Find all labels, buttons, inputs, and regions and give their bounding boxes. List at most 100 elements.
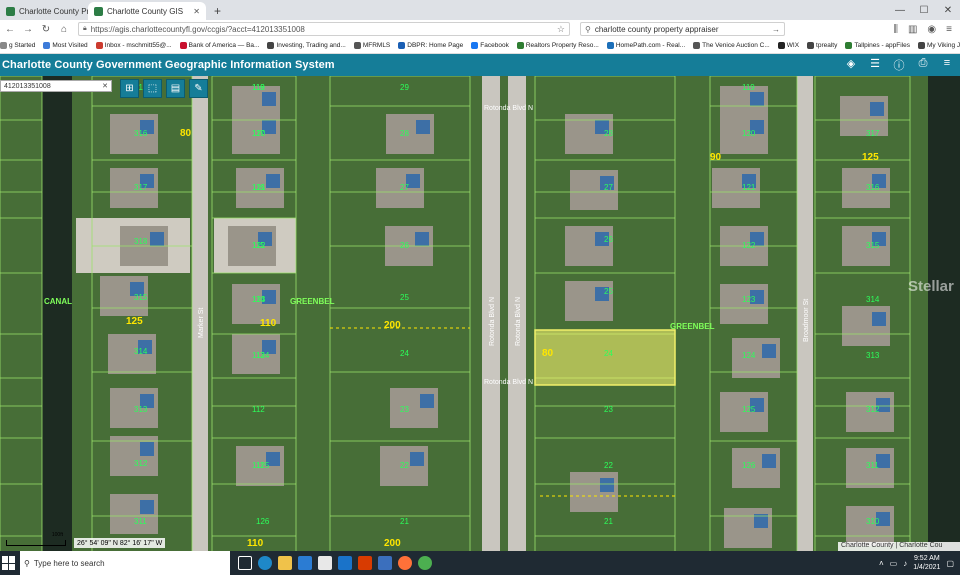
bookmark-label: tprealty bbox=[816, 42, 838, 49]
bookmark-favicon bbox=[353, 42, 361, 49]
lot-dimension: 200 bbox=[384, 538, 401, 549]
map-attribution: Charlotte County | Charlotte Cou bbox=[838, 542, 960, 551]
clock[interactable]: 9:52 AM 1/4/2021 bbox=[913, 554, 940, 572]
close-window-icon[interactable]: ✕ bbox=[936, 5, 960, 16]
back-icon[interactable]: ← bbox=[4, 24, 16, 35]
new-tab-button[interactable]: + bbox=[206, 2, 229, 20]
reload-icon[interactable]: ↻ bbox=[40, 24, 52, 35]
home-icon[interactable]: ⌂ bbox=[58, 24, 70, 35]
maximize-icon[interactable]: ☐ bbox=[912, 5, 936, 16]
lot-number: 312 bbox=[866, 405, 880, 414]
office-icon[interactable] bbox=[358, 556, 372, 570]
bookmark-item[interactable]: Facebook bbox=[471, 42, 509, 49]
bookmark-label: g Started bbox=[9, 42, 36, 49]
bookmark-item[interactable]: g Started bbox=[0, 42, 35, 49]
bookmark-item[interactable]: My Viking Journey - Vi... bbox=[918, 42, 960, 49]
store-icon[interactable] bbox=[318, 556, 332, 570]
bookmark-item[interactable]: MFRMLS bbox=[353, 42, 390, 49]
lot-number: 28 bbox=[604, 129, 613, 138]
sidebar-icon[interactable]: ▥ bbox=[908, 24, 917, 35]
bookmark-item[interactable]: The Venice Auction C... bbox=[693, 42, 770, 49]
edge-icon[interactable] bbox=[258, 556, 272, 570]
lot-number: 121 bbox=[252, 183, 266, 192]
bookmark-favicon bbox=[845, 42, 853, 49]
account-icon[interactable]: ◉ bbox=[927, 24, 936, 35]
edit-icon[interactable]: ✎ bbox=[189, 79, 208, 98]
lot-number: 28 bbox=[400, 129, 409, 138]
bookmark-item[interactable]: WIX bbox=[777, 42, 799, 49]
lot-number: 22 bbox=[604, 461, 613, 470]
layers-icon[interactable]: ◈ bbox=[844, 57, 858, 73]
lot-number: 27 bbox=[604, 183, 613, 192]
network-icon[interactable]: ▭ bbox=[890, 559, 898, 568]
task-view-icon[interactable] bbox=[238, 556, 252, 570]
lot-number: 314 bbox=[866, 295, 880, 304]
street-label-broadmoor-st: Broadmoor St bbox=[803, 299, 810, 342]
canal-left bbox=[42, 76, 72, 551]
county-favicon bbox=[6, 6, 15, 16]
bookmark-item[interactable]: tprealty bbox=[807, 42, 837, 49]
mail-icon[interactable] bbox=[298, 556, 312, 570]
taskbar-search[interactable]: ⚲ Type here to search bbox=[20, 551, 230, 575]
pool bbox=[870, 102, 884, 116]
bookmark-item[interactable]: HomePath.com - Real... bbox=[606, 42, 685, 49]
lot-dimension: 125 bbox=[862, 152, 879, 163]
volume-icon[interactable]: ♪ bbox=[903, 559, 907, 568]
library-icon[interactable]: ⫼ bbox=[893, 24, 898, 35]
grid-icon[interactable]: ⊞ bbox=[120, 79, 139, 98]
bookmark-favicon bbox=[0, 42, 7, 49]
notifications-icon[interactable]: ▢ bbox=[946, 559, 954, 568]
bookmark-item[interactable]: Bank of America — Ba... bbox=[179, 42, 260, 49]
bookmark-item[interactable]: Most Visited bbox=[43, 42, 88, 49]
lot-number: 313 bbox=[134, 405, 148, 414]
bookmark-star-icon[interactable]: ☆ bbox=[557, 24, 565, 35]
print-icon[interactable]: ⎙ bbox=[916, 57, 930, 73]
pool bbox=[420, 394, 434, 408]
info-icon[interactable]: ⓘ bbox=[892, 57, 906, 73]
browser-search-box[interactable]: ⚲ charlotte county property appraiser → bbox=[580, 22, 785, 36]
bookmark-item[interactable]: Investing, Trading and... bbox=[267, 42, 346, 49]
close-icon[interactable]: ✕ bbox=[193, 7, 200, 16]
notes-icon[interactable]: ▤ bbox=[166, 79, 185, 98]
aerial-map[interactable]: 1181171161151141131121111191201211221231… bbox=[0, 76, 960, 551]
lot-number: 124 bbox=[256, 351, 270, 360]
photos-icon[interactable] bbox=[378, 556, 392, 570]
bookmark-label: Bank of America — Ba... bbox=[188, 42, 260, 49]
minimize-icon[interactable]: — bbox=[888, 5, 912, 16]
bookmark-item[interactable]: Realtors Property Reso... bbox=[516, 42, 599, 49]
browser-menu-icon[interactable]: ≡ bbox=[946, 24, 952, 35]
forward-icon[interactable]: → bbox=[22, 24, 34, 35]
lot-number: 112 bbox=[252, 405, 265, 414]
app-title: Charlotte County Government Geographic I… bbox=[2, 59, 335, 71]
lot-number: 316 bbox=[866, 183, 880, 192]
firefox-icon[interactable] bbox=[398, 556, 412, 570]
menu-icon[interactable]: ≡ bbox=[940, 57, 954, 73]
lot-number: 122 bbox=[742, 241, 756, 250]
lot-number: 124 bbox=[742, 351, 756, 360]
tab-property-appraiser[interactable]: Charlotte County Property App ✕ bbox=[0, 2, 88, 20]
clear-icon[interactable]: ✕ bbox=[102, 82, 108, 90]
bookmark-item[interactable]: Tallpines - appFiles bbox=[845, 42, 910, 49]
list-icon[interactable]: ☰ bbox=[868, 57, 882, 73]
app-s-icon[interactable] bbox=[338, 556, 352, 570]
windows-start-icon[interactable] bbox=[2, 556, 16, 570]
chrome-icon[interactable] bbox=[418, 556, 432, 570]
tray-chevron-icon[interactable]: ˄ bbox=[879, 559, 884, 568]
url-bar[interactable]: 🔒︎ https://agis.charlottecountyfl.gov/cc… bbox=[78, 22, 570, 36]
parcel-search-input[interactable]: 412013351008 ✕ bbox=[0, 80, 112, 92]
bookmark-item[interactable]: Inbox - mschmitt55@... bbox=[95, 42, 172, 49]
lot-number: 120 bbox=[742, 129, 756, 138]
lot-number: 119 bbox=[252, 83, 265, 92]
search-go-icon[interactable]: → bbox=[772, 25, 780, 34]
select-icon[interactable]: ⬚ bbox=[143, 79, 162, 98]
taskbar-search-placeholder: Type here to search bbox=[33, 558, 105, 568]
bookmark-label: DBPR: Home Page bbox=[407, 42, 464, 49]
map-view[interactable]: 118 117 116 115 114 113 112 111 119 120 121 122 123 1… bbox=[0, 76, 960, 551]
bookmarks-bar: g Started Most Visited Inbox - mschmitt55@… bbox=[0, 38, 960, 54]
bookmark-label: My Viking Journey - Vi... bbox=[927, 42, 960, 49]
file-explorer-icon[interactable] bbox=[278, 556, 292, 570]
search-icon: ⚲ bbox=[585, 24, 591, 34]
tab-gis[interactable]: Charlotte County GIS ✕ bbox=[88, 2, 206, 20]
county-favicon bbox=[94, 6, 103, 16]
bookmark-item[interactable]: DBPR: Home Page bbox=[398, 42, 463, 49]
